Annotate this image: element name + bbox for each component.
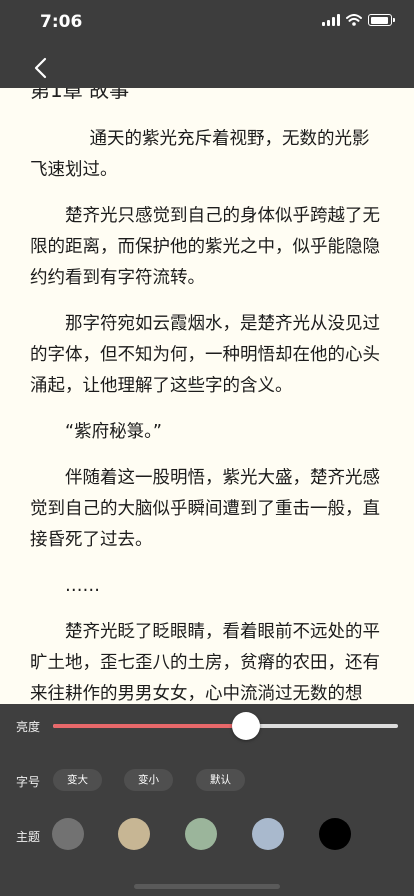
top-bar: 7:06 [0,0,414,88]
chapter-title: 第1章 故事 [30,88,130,102]
theme-swatch-gray[interactable] [52,818,84,850]
brightness-slider-thumb[interactable] [232,712,260,740]
status-icons [322,14,395,26]
status-time: 7:06 [40,12,83,32]
reader-settings-panel: 亮度 字号 变大 变小 默认 主题 [0,704,414,896]
theme-swatch-black[interactable] [319,818,351,850]
font-larger-button[interactable]: 变大 [53,769,102,791]
chevron-left-icon [34,57,47,79]
theme-swatch-green[interactable] [185,818,217,850]
font-smaller-button[interactable]: 变小 [124,769,173,791]
brightness-label: 亮度 [16,720,41,734]
battery-icon [368,14,395,26]
paragraph: 那字符宛如云霞烟水，是楚齐光从没见过的字体，但不知为何，一种明悟却在他的心头涌起… [30,314,380,396]
wifi-icon [346,14,362,26]
reader-page[interactable]: 第1章 故事 通天的紫光充斥着视野，无数的光影飞速划过。 楚齐光只感觉到自己的身… [0,88,414,704]
paragraph: 楚齐光只感觉到自己的身体似乎跨越了无限的距离，而保护他的紫光之中，似乎能隐隐约约… [30,206,380,288]
paragraph: 伴随着这一股明悟，紫光大盛，楚齐光感觉到自己的大脑似乎瞬间遭到了重击一般，直接昏… [30,468,380,550]
back-button[interactable] [22,50,58,86]
chapter-content: 通天的紫光充斥着视野，无数的光影飞速划过。 楚齐光只感觉到自己的身体似乎跨越了无… [30,124,382,704]
signal-icon [322,14,340,26]
brightness-slider-fill [53,724,246,728]
home-indicator [134,884,280,889]
font-size-label: 字号 [16,775,41,789]
paragraph: “紫府秘箓。” [65,422,162,442]
brightness-slider[interactable] [53,712,398,740]
paragraph: 通天的紫光充斥着视野，无数的光影飞速划过。 [30,129,370,180]
paragraph: …… [65,576,100,596]
font-default-button[interactable]: 默认 [196,769,245,791]
theme-swatch-blue[interactable] [252,818,284,850]
theme-swatch-tan[interactable] [118,818,150,850]
paragraph: 楚齐光眨了眨眼睛，看着眼前不远处的平旷土地，歪七歪八的土房，贫瘠的农田，还有来往… [30,622,380,704]
theme-label: 主题 [16,830,41,844]
